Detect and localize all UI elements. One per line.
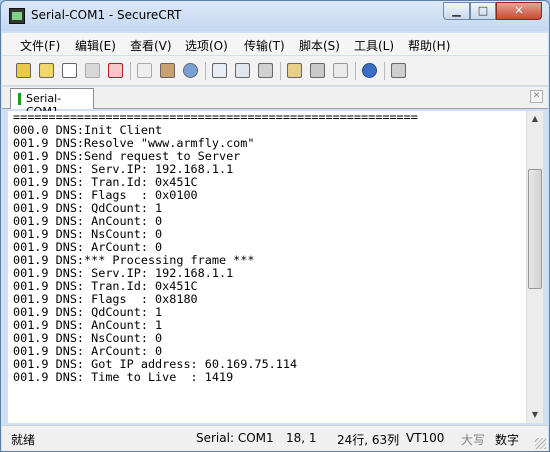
- tab-serial-com1[interactable]: Serial-COM1: [10, 88, 94, 118]
- status-session: Serial: COM1: [196, 431, 274, 445]
- menu-edit[interactable]: 编辑(E): [75, 37, 116, 54]
- connect-icon[interactable]: [14, 61, 33, 80]
- toolbar-separator: [205, 62, 206, 80]
- menu-view[interactable]: 查看(V): [130, 37, 172, 54]
- close-tab-icon[interactable]: ✕: [530, 90, 543, 103]
- reconnect-icon[interactable]: [83, 61, 102, 80]
- vertical-scrollbar[interactable]: ▲ ▼: [526, 111, 543, 423]
- global-options-icon[interactable]: [308, 61, 327, 80]
- toolbar-separator: [355, 62, 356, 80]
- status-ready: 就绪: [11, 433, 36, 447]
- menu-script[interactable]: 脚本(S): [299, 37, 340, 54]
- toolbar-separator: [280, 62, 281, 80]
- securecrt-window: Serial-COM1 - SecureCRT ▁ □ ✕ 文件(F) 编辑(E…: [0, 0, 550, 452]
- status-num-lock: 数字: [495, 433, 520, 447]
- keymap-icon[interactable]: [331, 61, 350, 80]
- quick-connect-icon[interactable]: [37, 61, 56, 80]
- help-icon[interactable]: [360, 61, 379, 80]
- toolbar: [2, 56, 548, 86]
- paste-icon[interactable]: [158, 61, 177, 80]
- scroll-down-arrow-icon[interactable]: ▼: [527, 407, 543, 423]
- scrollbar-thumb[interactable]: [528, 169, 542, 289]
- menu-transfer[interactable]: 传输(T): [244, 37, 285, 54]
- tab-status-indicator: [18, 93, 21, 105]
- window-title: Serial-COM1 - SecureCRT: [31, 8, 182, 22]
- scroll-up-arrow-icon[interactable]: ▲: [527, 111, 543, 127]
- status-caps-lock: 大写: [461, 433, 486, 447]
- menu-file[interactable]: 文件(F): [20, 37, 60, 54]
- resize-grip-icon[interactable]: [535, 438, 546, 449]
- copy-icon[interactable]: [135, 61, 154, 80]
- menu-bar: 文件(F) 编辑(E) 查看(V) 选项(O) 传输(T) 脚本(S) 工具(L…: [2, 33, 548, 55]
- terminal-output[interactable]: ========================================…: [8, 111, 526, 423]
- maximize-button[interactable]: □: [470, 2, 496, 20]
- status-position: 24行, 63列: [337, 433, 400, 447]
- menu-options[interactable]: 选项(O): [185, 37, 228, 54]
- disconnect-icon[interactable]: [106, 61, 125, 80]
- connect-in-tab-icon[interactable]: [60, 61, 79, 80]
- find-icon[interactable]: [181, 61, 200, 80]
- securecrt-app-icon: [9, 8, 25, 24]
- terminal-line: 001.9 DNS: Time to Live : 1419: [13, 370, 234, 384]
- status-emulation: VT100: [406, 431, 445, 445]
- session-options-icon[interactable]: [285, 61, 304, 80]
- print-icon[interactable]: [210, 61, 229, 80]
- session-tab-bar: Serial-COM1 ✕: [2, 87, 548, 118]
- toolbar-options-icon[interactable]: [389, 61, 408, 80]
- status-bar: 就绪 Serial: COM1 18, 1 24行, 63列 VT100 大写 …: [2, 425, 548, 451]
- toolbar-separator: [384, 62, 385, 80]
- minimize-button[interactable]: ▁: [443, 2, 470, 20]
- title-bar[interactable]: Serial-COM1 - SecureCRT ▁ □ ✕: [1, 1, 549, 31]
- toolbar-separator: [130, 62, 131, 80]
- status-cursor: 18, 1: [286, 431, 317, 445]
- close-button[interactable]: ✕: [496, 2, 542, 20]
- menu-help[interactable]: 帮助(H): [408, 37, 450, 54]
- print-setup-icon[interactable]: [233, 61, 252, 80]
- menu-tools[interactable]: 工具(L): [354, 37, 394, 54]
- printer-icon[interactable]: [256, 61, 275, 80]
